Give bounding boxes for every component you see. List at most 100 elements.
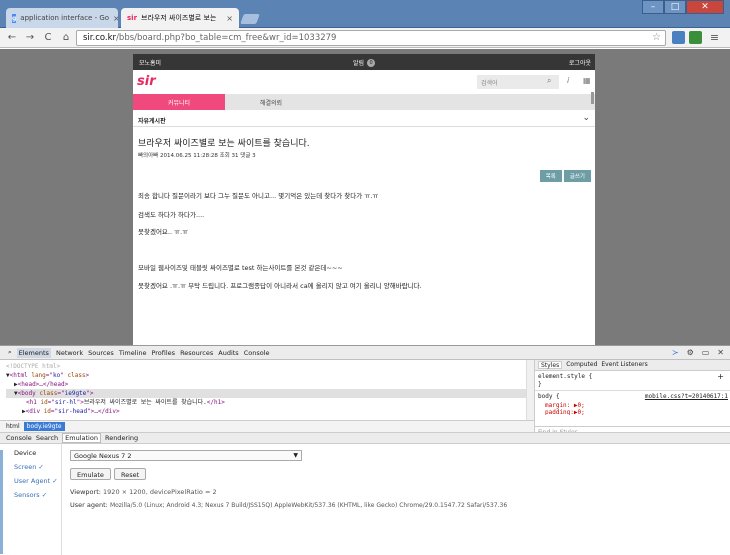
drawer-tab-rendering[interactable]: Rendering [105,434,138,442]
tab-timeline[interactable]: Timeline [119,349,147,357]
emulation-main: Google Nexus 7 2 ▼ Emulate Reset Viewpor… [62,444,730,555]
grid-menu-icon[interactable]: ▦ [583,76,591,85]
tab-profiles[interactable]: Profiles [151,349,175,357]
alarm-link[interactable]: 알림 0 [353,58,376,67]
reload-icon[interactable]: C [42,32,54,43]
elements-scrollbar[interactable] [526,360,534,420]
back-icon[interactable]: ← [6,32,18,43]
tab-title: 브라우저 싸이즈별로 보는 [141,14,217,22]
drawer-tab-emulation[interactable]: Emulation [62,433,101,443]
extension-icon[interactable] [672,31,685,44]
doctype-node[interactable]: <!DOCTYPE html> [6,362,528,371]
close-tab-icon[interactable]: × [113,14,118,23]
settings-icon[interactable]: ⚙ [687,348,694,357]
minimize-button[interactable]: – [642,0,664,14]
close-devtools-icon[interactable]: ✕ [717,348,724,357]
emu-user-agent[interactable]: User Agent ✓ [14,477,58,485]
search-icon[interactable]: ⌕ [547,76,551,86]
ua-label: User agent: [70,501,108,509]
viewport-info: Viewport: 1920 × 1200, devicePixelRatio … [70,488,217,496]
board-name: 자유게시판 [138,118,166,125]
emu-screen[interactable]: Screen ✓ [14,463,44,471]
chevron-down-icon[interactable]: ⌄ [582,113,590,123]
breadcrumb: html body.ie9gte [0,420,534,432]
dropdown-arrow-icon: ▼ [293,452,298,459]
tab-sir[interactable]: sir 브라우저 싸이즈별로 보는 × [121,8,239,28]
list-button[interactable]: 목록 [539,170,562,182]
tab-event-listeners[interactable]: Event Listeners [601,361,647,369]
tab-elements[interactable]: Elements [16,347,51,358]
write-button[interactable]: 글쓰기 [563,170,591,182]
tab-styles[interactable]: Styles [538,361,563,369]
html-node[interactable]: ▼<html lang="ko" class> [6,371,528,380]
styles-pane: Styles Computed Event Listeners element.… [534,360,730,439]
extension-icon[interactable] [689,31,702,44]
site-home-link[interactable]: 모노홈미 [139,58,161,67]
post-line: 못찾겠어요 .ㅠ.ㅠ 부탁 드립니다. 프로그램종답이 아니라서 ca에 올리지… [138,282,422,290]
drawer-tab-console[interactable]: Console [6,434,32,442]
page-scrollbar[interactable] [591,92,594,104]
head-node[interactable]: ▶<head>…</head> [6,380,528,389]
margin-property[interactable]: margin: ▶0; [545,402,585,409]
element-style-rule[interactable]: element.style { [538,373,592,380]
stylesheet-link[interactable]: mobile.css?t=20140617:1 [645,393,728,400]
new-tab-button[interactable] [240,14,260,24]
post-buttons: 목록 글쓰기 [539,170,591,182]
logo-row: sir 검색어 ⌕ i ▦ [133,70,595,94]
tab-resources[interactable]: Resources [180,349,213,357]
device-select[interactable]: Google Nexus 7 2 ▼ [70,450,302,461]
bookmark-star-icon[interactable]: ☆ [652,32,661,43]
tab-network[interactable]: Network [56,349,83,357]
add-rule-icon[interactable]: + [717,372,724,381]
inspect-icon[interactable]: ⌕ [8,348,12,357]
post-line: 모바일 웹사이즈및 태블릿 싸이즈별로 test 하는사이트를 본것 같은데~~… [138,264,343,272]
emu-sensors[interactable]: Sensors ✓ [14,491,47,499]
tab-sources[interactable]: Sources [88,349,114,357]
h1-node[interactable]: <h1 id="sir-hl">브라우저 싸이즈별로 보는 싸이트를 찾습니다.… [6,398,528,407]
nav-requests[interactable]: 해결의뢰 [225,94,317,110]
close-tab-icon[interactable]: × [226,14,233,23]
info-icon[interactable]: i [567,76,569,85]
site-header: 모노홈미 알림 0 로그아웃 [133,54,595,70]
div-node[interactable]: ▶<div id="sir-head">…</div> [6,407,528,416]
window-controls: – □ ✕ [642,0,724,14]
tab-console[interactable]: Console [244,349,270,357]
post-line: 못찾겠어요.. ㅠ.ㅠ [138,228,189,236]
post-title: 브라우저 싸이즈별로 보는 싸이트를 찾습니다. [138,139,310,149]
logout-link[interactable]: 로그아웃 [569,58,591,67]
padding-property[interactable]: padding:▶0; [545,409,585,415]
home-icon[interactable]: ⌂ [60,32,72,43]
device-select-value: Google Nexus 7 2 [74,452,132,460]
search-placeholder: 검색어 [481,80,498,87]
address-bar[interactable]: sir.co.kr /bbs/board.php?bo_table=cm_fre… [76,30,666,46]
devtools-actions: ≻ ⚙ ▭ ✕ [672,348,724,357]
post-line: 죄송 합니다 질문이라기 보다 그누 질문도 아니고... 몇기억은 있는데 찾… [138,192,379,200]
url-domain: sir.co.kr [83,33,117,43]
emulated-site: 모노홈미 알림 0 로그아웃 sir 검색어 ⌕ i ▦ 커뮤니티 해결의뢰 자… [133,54,595,345]
emu-device[interactable]: Device [14,449,36,457]
maximize-button[interactable]: □ [664,0,686,14]
menu-icon[interactable]: ≡ [708,31,721,44]
console-drawer-icon[interactable]: ≻ [672,348,679,357]
elements-tree[interactable]: <!DOCTYPE html> ▼<html lang="ko" class> … [0,360,534,420]
close-window-button[interactable]: ✕ [686,0,724,14]
dock-icon[interactable]: ▭ [702,348,710,357]
forward-icon[interactable]: → [24,32,36,43]
devtools-tab-bar: ⌕ Elements Network Sources Timeline Prof… [0,346,730,360]
nav-community[interactable]: 커뮤니티 [133,94,225,110]
site-logo[interactable]: sir [137,74,156,89]
tab-google[interactable]: g application interface - Go × [6,8,118,28]
drawer-tab-search[interactable]: Search [36,434,58,442]
element-style-close: } [538,381,542,388]
crumb-html[interactable]: html [6,423,20,430]
crumb-body[interactable]: body.ie9gte [23,422,65,431]
reset-button[interactable]: Reset [114,468,147,480]
body-rule-selector[interactable]: body { [538,393,560,400]
tab-audits[interactable]: Audits [218,349,238,357]
body-node[interactable]: ▼<body class="ie9gte"> [6,389,528,398]
tab-computed[interactable]: Computed [566,361,597,369]
board-title-bar[interactable]: 자유게시판 ⌄ [133,112,595,127]
emulate-button[interactable]: Emulate [70,468,111,480]
alarm-count-badge: 0 [367,58,376,67]
viewport-value: 1920 × 1200, devicePixelRatio = 2 [103,488,217,496]
